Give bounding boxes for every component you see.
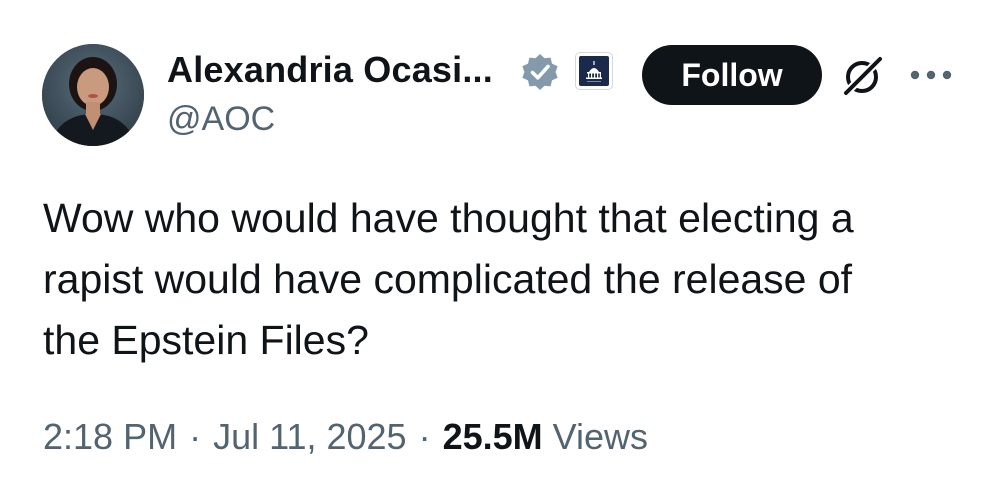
- tweet-card: Alexandria Ocasi... @AOC Follow Wow who …: [0, 0, 1000, 503]
- author-handle[interactable]: @AOC: [167, 97, 275, 141]
- capitol-building-icon[interactable]: [575, 52, 613, 90]
- avatar-image: [42, 44, 144, 146]
- author-display-name[interactable]: Alexandria Ocasi...: [167, 48, 493, 92]
- avatar[interactable]: [42, 44, 144, 146]
- verified-badge-icon[interactable]: [520, 52, 560, 92]
- views-label: Views: [552, 416, 649, 457]
- tweet-date[interactable]: Jul 11, 2025: [213, 416, 406, 457]
- meta-separator: ·: [189, 416, 202, 457]
- tweet-time[interactable]: 2:18 PM: [43, 416, 177, 457]
- more-icon[interactable]: [907, 68, 955, 82]
- meta-separator: ·: [418, 416, 431, 457]
- follow-button[interactable]: Follow: [642, 45, 822, 105]
- views-count[interactable]: 25.5M: [443, 416, 543, 457]
- tweet-metadata: 2:18 PM · Jul 11, 2025 · 25.5M Views: [43, 413, 648, 461]
- grok-icon[interactable]: [840, 53, 886, 99]
- tweet-text: Wow who would have thought that electing…: [43, 195, 854, 363]
